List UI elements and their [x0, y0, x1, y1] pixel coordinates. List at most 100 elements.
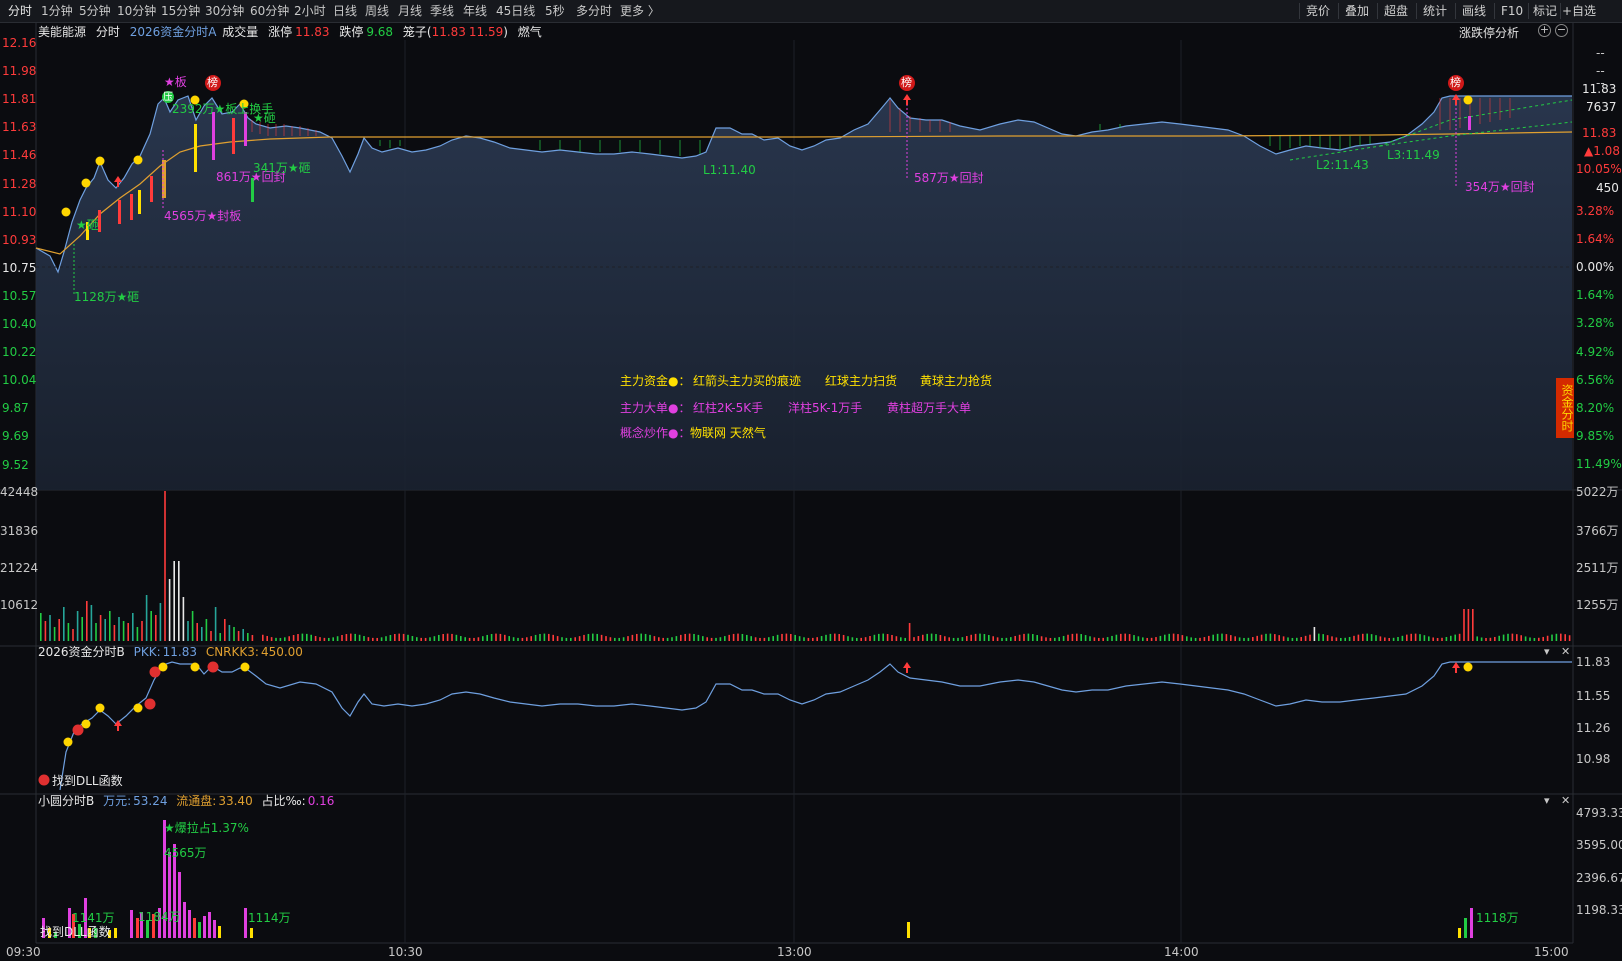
- volume-bar: [446, 633, 449, 641]
- volume-bar: [1010, 637, 1012, 641]
- volume-axis-right-label: 3766万: [1576, 524, 1619, 538]
- volume-bar: [113, 625, 116, 641]
- volume-bar: [710, 637, 713, 641]
- panel3-close-icon[interactable]: ✕: [1561, 794, 1570, 807]
- volume-bar: [1296, 637, 1298, 641]
- volume-bar: [1375, 635, 1377, 641]
- volume-bar: [992, 636, 994, 641]
- volume-bar: [1089, 636, 1091, 641]
- pct-axis-label: 11.49%: [1576, 456, 1622, 471]
- pkk-line: [59, 661, 1572, 791]
- volume-bar: [460, 636, 462, 641]
- volume-bar: [1212, 634, 1214, 641]
- volume-bar: [882, 633, 884, 641]
- volume-bar: [372, 637, 374, 641]
- price-axis-label: 10.40: [2, 317, 37, 331]
- volume-bar: [168, 579, 171, 641]
- volume-bar: [1177, 634, 1179, 641]
- volume-bar: [1436, 637, 1439, 641]
- volume-bar: [1221, 633, 1223, 641]
- right-label: ▲1.08: [1584, 144, 1620, 158]
- panel3-bar: [114, 928, 117, 938]
- volume-bar: [829, 633, 832, 641]
- legend-row2-a: 红柱2K-5K手: [693, 401, 764, 415]
- volume-bar: [574, 637, 576, 641]
- volume-bar: [798, 636, 801, 641]
- volume-bar: [856, 637, 858, 641]
- volume-bar: [1032, 634, 1034, 641]
- volume-bar: [402, 633, 405, 641]
- volume-bar: [636, 633, 638, 641]
- panel2-name[interactable]: 2026资金分时B: [38, 645, 125, 659]
- panel2-axis-label: 11.83: [1576, 655, 1611, 669]
- price-axis-label: 11.28: [2, 176, 37, 191]
- volume-bar: [1247, 637, 1250, 641]
- right-label: 450: [1596, 181, 1619, 195]
- volume-bar: [1454, 634, 1456, 641]
- volume-bar: [996, 637, 999, 641]
- panel3-name[interactable]: 小圆分时B: [38, 794, 94, 808]
- volume-bar: [1516, 634, 1518, 641]
- volume-bar: [618, 637, 620, 641]
- volume-bar: [201, 627, 203, 641]
- volume-bar: [966, 635, 968, 641]
- panel3-dropdown-icon[interactable]: ▾: [1544, 794, 1550, 807]
- volume-bar: [983, 634, 986, 641]
- volume-bar: [939, 634, 942, 641]
- volume-bar: [1463, 609, 1465, 641]
- volume-bar: [1287, 637, 1289, 641]
- volume-bar: [376, 637, 378, 641]
- volume-bar: [684, 633, 686, 641]
- panel3-bar: [213, 920, 216, 938]
- volume-bar: [1252, 637, 1254, 641]
- volume-bar: [499, 633, 502, 641]
- volume-bar: [948, 637, 950, 641]
- volume-bar: [1027, 633, 1030, 641]
- price-axis-label: 11.46: [2, 148, 37, 163]
- panel2-dropdown-icon[interactable]: ▾: [1544, 645, 1550, 658]
- annotation-p3-4565: 4565万: [164, 846, 207, 860]
- volume-bar: [1520, 635, 1522, 641]
- panel3-bar: [188, 910, 191, 938]
- panel3-bar: [193, 918, 196, 938]
- right-label: 10.05%: [1576, 162, 1622, 176]
- volume-bar: [1282, 636, 1285, 641]
- panel2-close-icon[interactable]: ✕: [1561, 645, 1570, 658]
- panel3-bar: [250, 928, 253, 938]
- volume-bar: [464, 637, 466, 641]
- panel3-bar: [178, 872, 181, 938]
- legend-row1-a: 红箭头主力买的痕迹: [693, 374, 802, 388]
- volume-bar: [1001, 637, 1003, 641]
- volume-bar: [904, 637, 906, 641]
- time-label: 13:00: [777, 945, 812, 959]
- volume-bar: [1494, 636, 1496, 641]
- price-axis-label: 11.63: [2, 120, 37, 135]
- annotation-341: 341万★砸: [253, 161, 311, 175]
- volume-bar: [776, 634, 779, 641]
- volume-bar: [609, 637, 612, 641]
- volume-bar: [869, 636, 871, 641]
- volume-bar: [512, 637, 515, 641]
- volume-bar: [864, 637, 867, 641]
- panel3-bar: [198, 922, 201, 938]
- volume-bar: [1230, 635, 1232, 641]
- volume-bar: [389, 634, 392, 641]
- panel2-markers: [38, 661, 1473, 786]
- volume-bar: [561, 637, 563, 641]
- pct-axis-label: 3.28%: [1576, 204, 1615, 218]
- volume-bar: [1045, 637, 1047, 641]
- volume-bar: [873, 634, 876, 641]
- time-label: 09:30: [6, 945, 41, 959]
- volume-bar: [1199, 637, 1201, 641]
- volume-bar: [1216, 633, 1219, 641]
- price-area: [36, 96, 1572, 490]
- annotation-1141: 1141万: [72, 911, 115, 925]
- price-axis-label: 9.69: [2, 429, 29, 444]
- legend-row3-a: 物联网 天然气: [690, 426, 766, 440]
- pct-axis-label: 8.20%: [1576, 400, 1615, 415]
- fund-timeshare-tag[interactable]: 资金分时: [1556, 378, 1574, 438]
- volume-bar: [732, 633, 735, 641]
- volume-bar: [728, 634, 730, 641]
- red-arrow-icon: [903, 94, 911, 105]
- volume-bar: [1115, 634, 1118, 641]
